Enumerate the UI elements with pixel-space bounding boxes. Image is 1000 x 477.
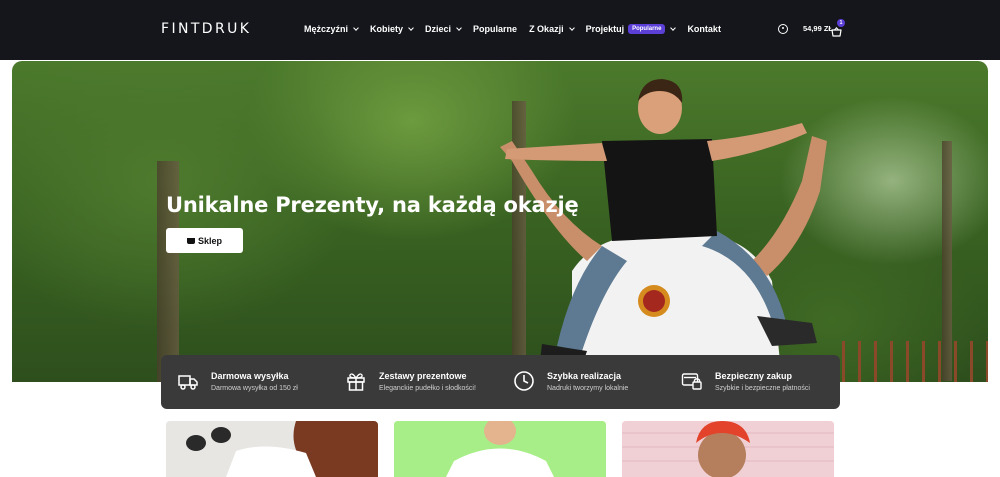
feature-title: Szybka realizacja: [547, 370, 622, 381]
popular-badge: Popularne: [628, 24, 666, 34]
product-photo: [166, 421, 378, 477]
chevron-down-icon: [568, 24, 575, 31]
cart-icon: [186, 237, 195, 244]
feature-title: Darmowa wysyłka: [211, 370, 289, 381]
cart-total[interactable]: 54,99 ZŁ: [803, 24, 833, 33]
shop-button[interactable]: Sklep: [166, 228, 243, 253]
product-card-image[interactable]: [622, 421, 834, 477]
secure-payment-icon: [681, 370, 703, 392]
nav-label: Dzieci: [425, 24, 452, 34]
nav-item-popularne[interactable]: Popularne: [473, 24, 517, 34]
nav-label: Projektuj: [585, 24, 625, 34]
feature-subtitle: Szybkie i bezpieczne płatności: [715, 384, 810, 392]
hero-banner: Unikalne Prezenty, na każdą okazję Sklep: [12, 61, 988, 382]
nav-label: Kontakt: [687, 24, 721, 34]
nav-item-projektuj[interactable]: Projektuj Popularne: [585, 24, 677, 34]
feature-free-shipping: Darmowa wysyłka Darmowa wysyłka od 150 z…: [177, 370, 298, 392]
nav-item-z-okazji[interactable]: Z Okazji: [529, 24, 575, 34]
chevron-down-icon: [353, 24, 359, 31]
nav-item-dzieci[interactable]: Dzieci: [425, 24, 462, 34]
feature-title: Zestawy prezentowe: [379, 370, 467, 381]
product-photo: [394, 421, 606, 477]
nav-label: Kobiety: [370, 24, 404, 34]
chevron-down-icon: [408, 24, 414, 31]
site-header: FINTDRUK Mężczyźni Kobiety Dzieci Popula…: [0, 0, 1000, 60]
feature-title: Bezpieczny zakup: [715, 370, 793, 381]
chevron-down-icon: [456, 24, 462, 31]
site-logo[interactable]: FINTDRUK: [161, 21, 251, 37]
clock-icon: [513, 370, 535, 392]
main-nav: Mężczyźni Kobiety Dzieci Popularne Z Oka…: [304, 21, 733, 37]
feature-subtitle: Darmowa wysyłka od 150 zł: [211, 384, 298, 392]
gift-icon: [345, 370, 367, 392]
cart-count-badge: 1: [837, 19, 845, 27]
hero-title: Unikalne Prezenty, na każdą okazję: [166, 193, 579, 217]
feature-subtitle: Nadruki tworzymy lokalnie: [547, 384, 629, 392]
nav-label: Popularne: [473, 24, 518, 34]
features-bar: Darmowa wysyłka Darmowa wysyłka od 150 z…: [161, 355, 840, 409]
product-photo: [622, 421, 834, 477]
feature-subtitle: Eleganckie pudełko i słodkości!: [379, 384, 476, 392]
product-card-image[interactable]: [166, 421, 378, 477]
feature-secure-purchase: Bezpieczny zakup Szybkie i bezpieczne pł…: [681, 370, 810, 392]
shop-button-label: Sklep: [197, 235, 222, 246]
nav-label: Z Okazji: [529, 24, 564, 34]
nav-item-kobiety[interactable]: Kobiety: [370, 24, 414, 34]
hero-photo-father-son: [500, 79, 827, 382]
truck-icon: [177, 370, 199, 392]
account-icon[interactable]: [778, 24, 788, 34]
nav-item-kontakt[interactable]: Kontakt: [687, 24, 721, 34]
feature-fast-delivery: Szybka realizacja Nadruki tworzymy lokal…: [513, 370, 628, 392]
feature-gift-sets: Zestawy prezentowe Eleganckie pudełko i …: [345, 370, 476, 392]
basket-icon: [831, 27, 842, 37]
nav-label: Mężczyźni: [304, 24, 349, 34]
nav-item-mezczyzni[interactable]: Mężczyźni: [304, 24, 359, 34]
chevron-down-icon: [670, 24, 677, 31]
product-card-image[interactable]: [394, 421, 606, 477]
